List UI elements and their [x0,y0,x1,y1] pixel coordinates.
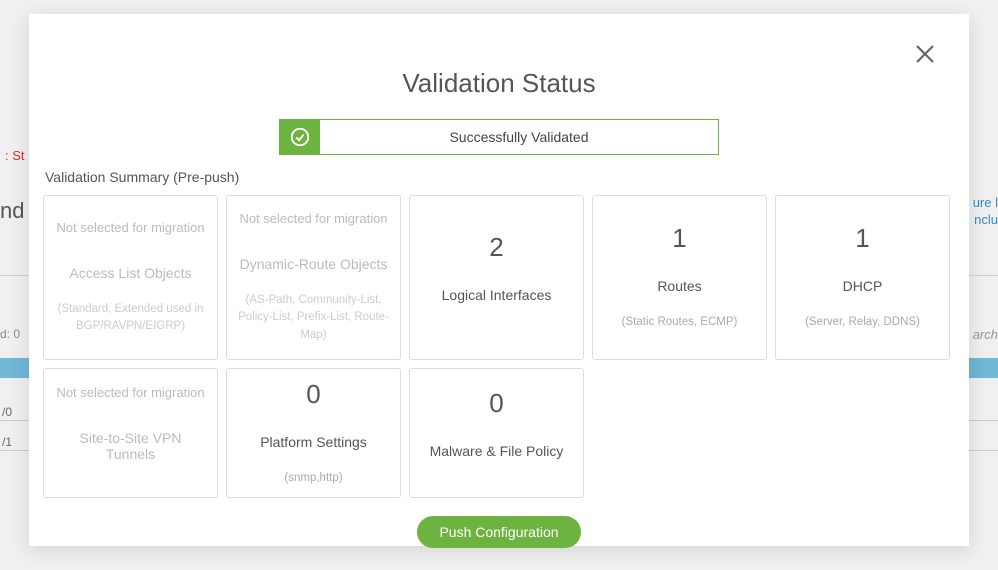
tile-title: Site-to-Site VPN Tunnels [54,430,207,462]
close-icon [913,42,937,66]
tile-count: 1 [855,223,869,254]
summary-tile: 2 Logical Interfaces [409,195,584,360]
tile-count: 1 [672,223,686,254]
summary-tile: 1 DHCP (Server, Relay, DDNS) [775,195,950,360]
tile-count: 2 [489,232,503,263]
summary-tile: Not selected for migration Dynamic-Route … [226,195,401,360]
tile-subtitle: (Standard, Extended used in BGP/RAVPN/EI… [54,301,207,336]
backdrop-text: nd [0,198,24,224]
summary-label: Validation Summary (Pre-push) [45,169,955,185]
tile-count: 0 [306,379,320,410]
tile-title: Logical Interfaces [442,287,552,303]
status-banner: Successfully Validated [279,119,719,155]
summary-tile: 0 Malware & File Policy [409,368,584,498]
tile-status: Not selected for migration [56,385,204,400]
tile-subtitle: (AS-Path, Community-List, Policy-List, P… [237,292,390,344]
backdrop-text: /0 [2,405,12,419]
summary-tile: 0 Platform Settings (snmp,http) [226,368,401,498]
success-icon-box [280,120,320,154]
tile-subtitle: (Server, Relay, DDNS) [805,314,920,331]
backdrop-text: : St [5,148,25,163]
tile-status: Not selected for migration [56,220,204,235]
tile-title: Access List Objects [69,265,191,281]
summary-tile: 1 Routes (Static Routes, ECMP) [592,195,767,360]
modal-title: Validation Status [43,68,955,99]
tile-title: DHCP [843,278,883,294]
tile-subtitle: (snmp,http) [284,470,342,487]
tile-title: Malware & File Policy [430,443,564,459]
validation-status-modal: Validation Status Successfully Validated… [29,14,969,546]
backdrop-text: /1 [2,435,12,449]
tile-count: 0 [489,388,503,419]
tiles-grid: Not selected for migration Access List Ob… [43,195,955,498]
backdrop-text: arch [973,327,998,342]
summary-tile: Not selected for migration Site-to-Site V… [43,368,218,498]
backdrop-text: nclu [974,212,998,227]
backdrop-text: ure l [973,195,998,210]
tile-title: Platform Settings [260,434,367,450]
tile-title: Routes [657,278,701,294]
backdrop-text: d: 0 [0,327,20,341]
tile-status: Not selected for migration [239,211,387,226]
summary-tile: Not selected for migration Access List Ob… [43,195,218,360]
tile-subtitle: (Static Routes, ECMP) [622,314,738,331]
tile-title: Dynamic-Route Objects [240,256,388,272]
checkmark-circle-icon [289,126,311,148]
status-text: Successfully Validated [320,120,718,154]
close-button[interactable] [913,42,937,66]
push-configuration-button[interactable]: Push Configuration [417,516,580,548]
